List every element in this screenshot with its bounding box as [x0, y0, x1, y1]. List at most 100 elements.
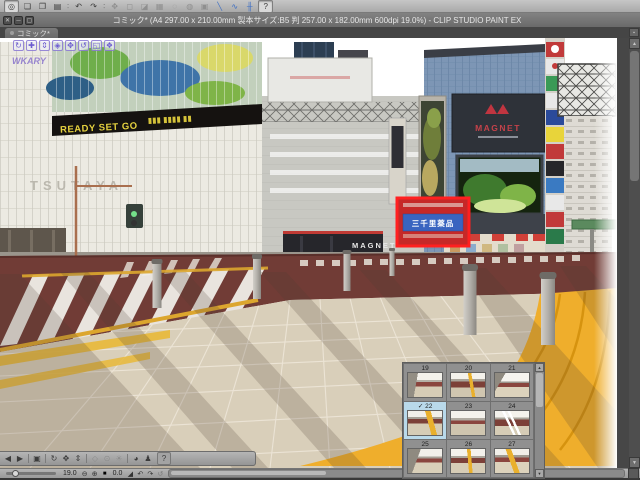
zoom-in-icon[interactable]: ⊕: [90, 470, 100, 478]
thumbnail-image: [493, 372, 530, 398]
pose-icon[interactable]: ♟: [142, 453, 154, 464]
camera-angle-item[interactable]: 23: [447, 402, 490, 439]
next-angle-icon[interactable]: ▶: [14, 453, 26, 464]
camera-orbit-icon[interactable]: ↻: [13, 40, 24, 51]
help-icon[interactable]: ?: [258, 0, 274, 13]
camera-gizmo-bar: ↻ ✚ ⇕ ◈ ✥ ↺ ◱ ❖: [13, 40, 115, 51]
launcher-divider: [28, 454, 29, 463]
root-move-icon[interactable]: ❖: [104, 40, 115, 51]
crop-icon: ▦: [155, 1, 164, 11]
camera-pan-icon[interactable]: ✚: [26, 40, 37, 51]
open-file-icon[interactable]: ❐: [36, 1, 49, 12]
selected-billboard: 三千里薬品: [395, 196, 471, 248]
tab-comic[interactable]: コミック*: [5, 28, 58, 38]
magnet-logo-text: MAGNET: [475, 123, 521, 133]
prev-angle-icon[interactable]: ◀: [2, 453, 14, 464]
zoom-out-icon[interactable]: ⊖: [80, 470, 90, 478]
camera-angle-panel: 19 20 21 ✓ 22 23 24 25 26 27 ▲ ▼: [402, 362, 545, 479]
zoom-slider-knob[interactable]: [12, 470, 19, 477]
camera-dolly-icon[interactable]: ⇕: [39, 40, 50, 51]
clip-studio-icon[interactable]: ◎: [4, 0, 19, 13]
material-sphere-icon[interactable]: ◕: [130, 453, 142, 464]
document-icon: [10, 31, 14, 35]
horizontal-scrollbar[interactable]: [168, 469, 625, 478]
new-file-icon[interactable]: ❏: [21, 1, 34, 12]
thumbnail-number: 20: [464, 365, 473, 372]
toolbar-divider: ∶: [103, 1, 106, 11]
snap-special-ruler-icon[interactable]: ∿: [228, 1, 241, 12]
help-icon[interactable]: ?: [157, 452, 171, 465]
vertical-scroll-thumb[interactable]: [630, 51, 639, 181]
plane-move-icon[interactable]: ◈: [52, 40, 63, 51]
camera-angle-item[interactable]: 26: [447, 440, 490, 477]
camera-angle-item[interactable]: 24: [490, 402, 533, 439]
launcher-divider: [127, 454, 128, 463]
close-icon[interactable]: ✕: [3, 15, 12, 25]
camera-orbit-icon[interactable]: ↻: [48, 453, 60, 464]
title-bar: ✕ ─ ▢ コミック* (A4 297.00 x 210.00mm 製本サイズ:…: [0, 13, 640, 28]
thumbnail-number: 24: [508, 403, 516, 410]
panel-scroll-down-icon[interactable]: ▼: [535, 469, 544, 478]
thumbnail-image: [450, 372, 487, 398]
thumbnail-image: [493, 448, 530, 474]
scroll-up-icon[interactable]: ▲: [629, 38, 640, 49]
thumbnail-number: 19: [421, 365, 429, 372]
object-rotate-icon[interactable]: ↺: [78, 40, 89, 51]
camera-angle-item[interactable]: 27: [490, 440, 533, 477]
thumbnail-image: [407, 410, 444, 436]
free-transform-icon: ◻: [126, 1, 133, 11]
thumbnail-number: 25: [421, 441, 429, 448]
selection-border-icon: ▣: [200, 1, 209, 11]
reset-view-icon[interactable]: ↺: [155, 470, 165, 478]
snap-ruler-icon[interactable]: ╲: [213, 1, 226, 12]
invert-selection-icon: ◍: [186, 1, 194, 11]
angle-slope-icon[interactable]: ◢: [125, 470, 135, 478]
scrollbar-corner: [628, 468, 639, 479]
scale-rotate-icon: ✥: [111, 1, 119, 11]
billboard-text: 三千里薬品: [412, 218, 455, 228]
rotate-right-icon[interactable]: ↷: [145, 470, 155, 478]
fit-to-window-icon[interactable]: ■: [100, 471, 110, 477]
save-icon[interactable]: ▤: [51, 1, 64, 12]
tab-label: コミック*: [17, 28, 50, 38]
thumbnail-image: [407, 448, 444, 474]
rotate-object-icon: ⊙: [103, 454, 111, 463]
camera-angle-item-selected[interactable]: ✓ 22: [404, 402, 447, 439]
light-source-icon: ☀: [115, 454, 123, 463]
snap-grid-icon[interactable]: ╫: [243, 1, 256, 12]
panel-scrollbar[interactable]: ▲ ▼: [534, 363, 544, 478]
deselect-icon: ◌: [172, 1, 178, 11]
camera-angle-item[interactable]: 25: [404, 440, 447, 477]
panel-scroll-up-icon[interactable]: ▲: [535, 363, 544, 372]
object-scale-icon[interactable]: ◱: [91, 40, 102, 51]
zoom-slider[interactable]: [6, 470, 56, 477]
maximize-icon[interactable]: ▢: [25, 15, 34, 25]
clip-studio-window: ◎ ❏ ❐ ▤ ∶ ↶ ↷ ∶ ✥ ◻ ◪ ▦ ◌ ◍ ▣ ╲ ∿ ╫ ? ✕ …: [0, 0, 640, 480]
window-title: コミック* (A4 297.00 x 210.00mm 製本サイズ:B5 判 2…: [112, 15, 522, 25]
move-object-icon: ◇: [91, 454, 99, 463]
rotation-angle: 0.0: [112, 470, 123, 477]
undo-icon[interactable]: ↶: [72, 1, 85, 12]
command-bar: ◎ ❏ ❐ ▤ ∶ ↶ ↷ ∶ ✥ ◻ ◪ ▦ ◌ ◍ ▣ ╲ ∿ ╫ ?: [0, 0, 640, 13]
camera-angle-item[interactable]: 20: [447, 364, 490, 401]
window-controls: ✕ ─ ▢: [3, 15, 34, 25]
zoom-percent: 19.0: [63, 470, 77, 477]
object-pan-icon[interactable]: ✥: [65, 40, 76, 51]
thumbnail-number: 23: [464, 403, 473, 410]
eraser-icon: ◪: [140, 1, 149, 11]
scroll-down-icon[interactable]: ▼: [629, 457, 640, 468]
rotate-left-icon[interactable]: ↶: [135, 470, 145, 478]
toolbar-divider: ∶: [67, 1, 70, 11]
horizontal-scroll-thumb[interactable]: [171, 471, 326, 475]
camera-angle-item[interactable]: 21: [490, 364, 533, 401]
camera-angle-item[interactable]: 19: [404, 364, 447, 401]
panel-scroll-thumb[interactable]: [536, 373, 543, 407]
thumbnail-image: [450, 410, 487, 436]
camera-zoom-icon[interactable]: ⇕: [72, 453, 84, 464]
object-list-icon[interactable]: ▣: [31, 453, 43, 464]
redo-icon[interactable]: ↷: [87, 1, 100, 12]
tab-scroll-button[interactable]: ▪: [629, 28, 639, 37]
vertical-scrollbar[interactable]: ▲ ▼: [629, 38, 640, 468]
minimize-icon[interactable]: ─: [14, 15, 23, 25]
camera-pan-icon[interactable]: ✥: [60, 453, 72, 464]
